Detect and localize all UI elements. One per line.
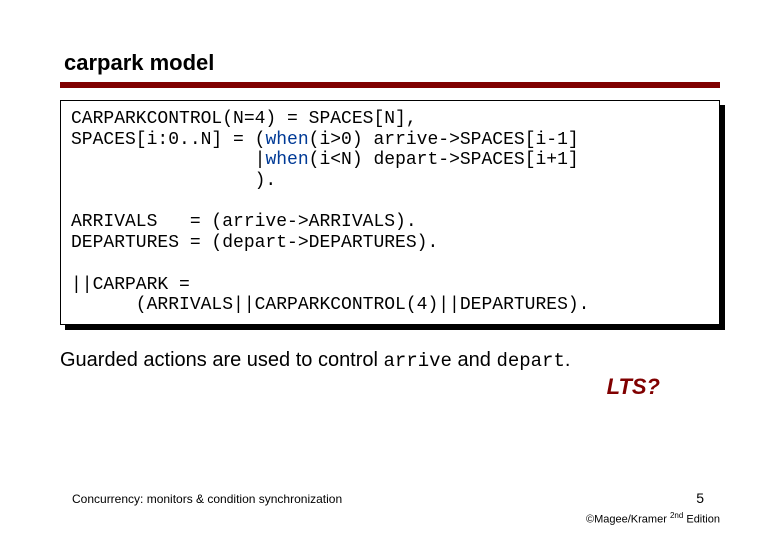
body-fragment: Guarded actions are used to control	[60, 349, 384, 371]
code-line: (i<N) depart->SPACES[i+1]	[309, 150, 579, 170]
footer-topic: Concurrency: monitors & condition synchr…	[72, 492, 342, 506]
lts-prompt-row: LTS?	[60, 374, 720, 400]
body-fragment: .	[565, 349, 571, 371]
keyword-when: when	[265, 130, 308, 150]
code-line: ||CARPARK =	[71, 275, 190, 295]
code-line: CARPARKCONTROL(N=4) = SPACES[N],	[71, 109, 417, 129]
body-fragment: and	[452, 349, 496, 371]
lts-prompt: LTS?	[607, 374, 660, 399]
code-blank	[71, 254, 82, 274]
code-line: (i>0) arrive->SPACES[i-1]	[309, 130, 579, 150]
code-box-shadow: CARPARKCONTROL(N=4) = SPACES[N], SPACES[…	[60, 100, 720, 325]
credit-text: Edition	[683, 514, 720, 526]
code-blank	[71, 192, 82, 212]
keyword-when: when	[265, 150, 308, 170]
credit-sup: 2nd	[670, 511, 683, 520]
code-box: CARPARKCONTROL(N=4) = SPACES[N], SPACES[…	[60, 100, 720, 325]
code-line: ).	[71, 171, 276, 191]
code-line: (ARRIVALS||CARPARKCONTROL(4)||DEPARTURES…	[71, 295, 589, 315]
code-line: DEPARTURES = (depart->DEPARTURES).	[71, 233, 438, 253]
title-rule	[60, 82, 720, 88]
credit-text: ©Magee/Kramer	[586, 514, 670, 526]
code-line: |	[71, 150, 265, 170]
inline-code: depart	[496, 350, 564, 372]
slide-title: carpark model	[60, 50, 720, 76]
code-line: ARRIVALS = (arrive->ARRIVALS).	[71, 212, 417, 232]
code-line: SPACES[i:0..N] = (	[71, 130, 265, 150]
footer-credit: ©Magee/Kramer 2nd Edition	[586, 511, 720, 526]
inline-code: arrive	[384, 350, 452, 372]
code-content: CARPARKCONTROL(N=4) = SPACES[N], SPACES[…	[71, 109, 709, 316]
page-number: 5	[696, 490, 704, 506]
body-text: Guarded actions are used to control arri…	[60, 347, 720, 374]
